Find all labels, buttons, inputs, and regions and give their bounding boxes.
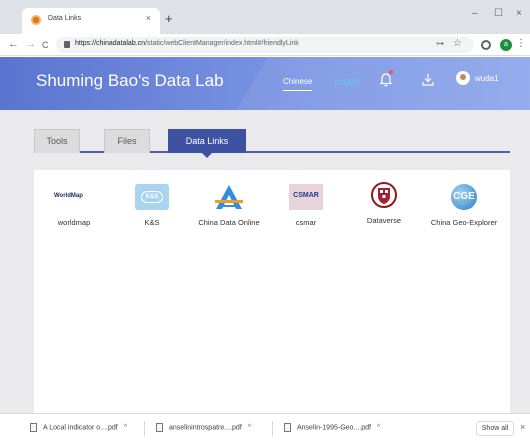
bell-icon[interactable] (380, 73, 392, 87)
menu-dots-icon[interactable]: ⋮ (516, 38, 526, 49)
china-data-online-logo-icon (215, 185, 243, 209)
web-page: Shuming Bao's Data Lab Chinese English w… (0, 57, 530, 413)
notification-dot (389, 70, 393, 74)
download-item[interactable]: anselinintrospatre....pdf ^ (156, 423, 251, 432)
link-label: China Data Online (198, 218, 260, 227)
pdf-file-icon (30, 423, 37, 432)
lang-english-link[interactable]: English (334, 77, 360, 86)
link-label: csmar (295, 218, 317, 227)
link-label: China Geo-Explorer (430, 218, 498, 227)
link-csmar[interactable]: CSMAR csmar (270, 184, 342, 228)
link-worldmap[interactable]: WorldMap worldmap (38, 184, 110, 228)
tab-tools[interactable]: Tools (34, 129, 80, 153)
favicon-icon (31, 15, 41, 25)
link-dataverse[interactable]: Dataverse (348, 182, 420, 226)
link-china-geo-explorer[interactable]: CGE China Geo-Explorer (428, 184, 500, 228)
site-brand[interactable]: Shuming Bao's Data Lab (36, 71, 224, 91)
downloads-bar: A Local indicator o....pdf ^ anselinintro… (0, 413, 530, 442)
maximize-button[interactable]: ☐ (494, 8, 503, 19)
divider (272, 421, 273, 436)
link-label: K&S (144, 218, 160, 227)
site-header: Shuming Bao's Data Lab Chinese English w… (0, 57, 530, 110)
url-text: https://chinadatalab.cn/static/webClient… (75, 40, 299, 47)
bookmark-star-icon[interactable]: ☆ (453, 38, 462, 49)
divider (144, 421, 145, 436)
address-bar[interactable]: https://chinadatalab.cn/static/webClient… (56, 37, 474, 53)
active-tab-caret (202, 153, 212, 158)
csmar-logo-icon: CSMAR (289, 184, 323, 210)
worldmap-logo-icon: WorldMap (54, 193, 83, 199)
link-ks[interactable]: K&S K&S (116, 184, 188, 228)
cge-globe-icon: CGE (447, 184, 481, 210)
header-decoration (209, 57, 530, 110)
back-button[interactable]: ← (8, 38, 19, 50)
tab-data-links[interactable]: Data Links (168, 129, 246, 153)
link-label: Dataverse (366, 216, 402, 225)
pdf-file-icon (156, 423, 163, 432)
forward-button[interactable]: → (25, 38, 36, 50)
download-menu-caret[interactable]: ^ (377, 424, 380, 431)
browser-window: Data Links × + – ☐ × ← → C https://china… (0, 0, 530, 442)
data-links-panel: WorldMap worldmap K&S K&S China Data Onl… (34, 170, 510, 413)
minimize-button[interactable]: – (472, 8, 478, 19)
section-tabs: Tools Files Data Links (34, 129, 510, 153)
dataverse-shield-icon (371, 182, 397, 208)
avatar[interactable] (456, 71, 470, 85)
close-downloads-icon[interactable]: × (520, 422, 525, 432)
extension-icon[interactable] (481, 40, 491, 50)
username[interactable]: wuda1 (475, 74, 499, 83)
new-tab-button[interactable]: + (165, 12, 173, 25)
ks-logo-icon: K&S (135, 184, 169, 210)
tab-files[interactable]: Files (104, 129, 150, 153)
download-menu-caret[interactable]: ^ (248, 424, 251, 431)
download-icon[interactable] (422, 73, 434, 87)
browser-tab-data-links[interactable]: Data Links × (22, 8, 160, 34)
browser-toolbar: ← → C https://chinadatalab.cn/static/web… (0, 34, 530, 56)
tab-strip: Data Links × + – ☐ × (0, 0, 530, 34)
link-china-data-online[interactable]: China Data Online (193, 184, 265, 228)
key-icon[interactable]: ⊶ (436, 39, 444, 48)
download-item[interactable]: A Local indicator o....pdf ^ (30, 423, 127, 432)
pdf-file-icon (284, 423, 291, 432)
profile-icon[interactable]: a (500, 39, 512, 51)
lang-chinese-link[interactable]: Chinese (283, 77, 313, 91)
reload-button[interactable]: C (42, 39, 49, 51)
link-label: worldmap (57, 218, 91, 227)
window-close-button[interactable]: × (516, 8, 522, 19)
download-menu-caret[interactable]: ^ (124, 424, 127, 431)
show-all-button[interactable]: Show all (476, 421, 514, 436)
download-item[interactable]: Anselin-1995-Geo....pdf ^ (284, 423, 380, 432)
lock-icon (64, 41, 70, 48)
browser-tab-title: Data Links (48, 15, 82, 22)
close-tab-icon[interactable]: × (146, 13, 151, 23)
